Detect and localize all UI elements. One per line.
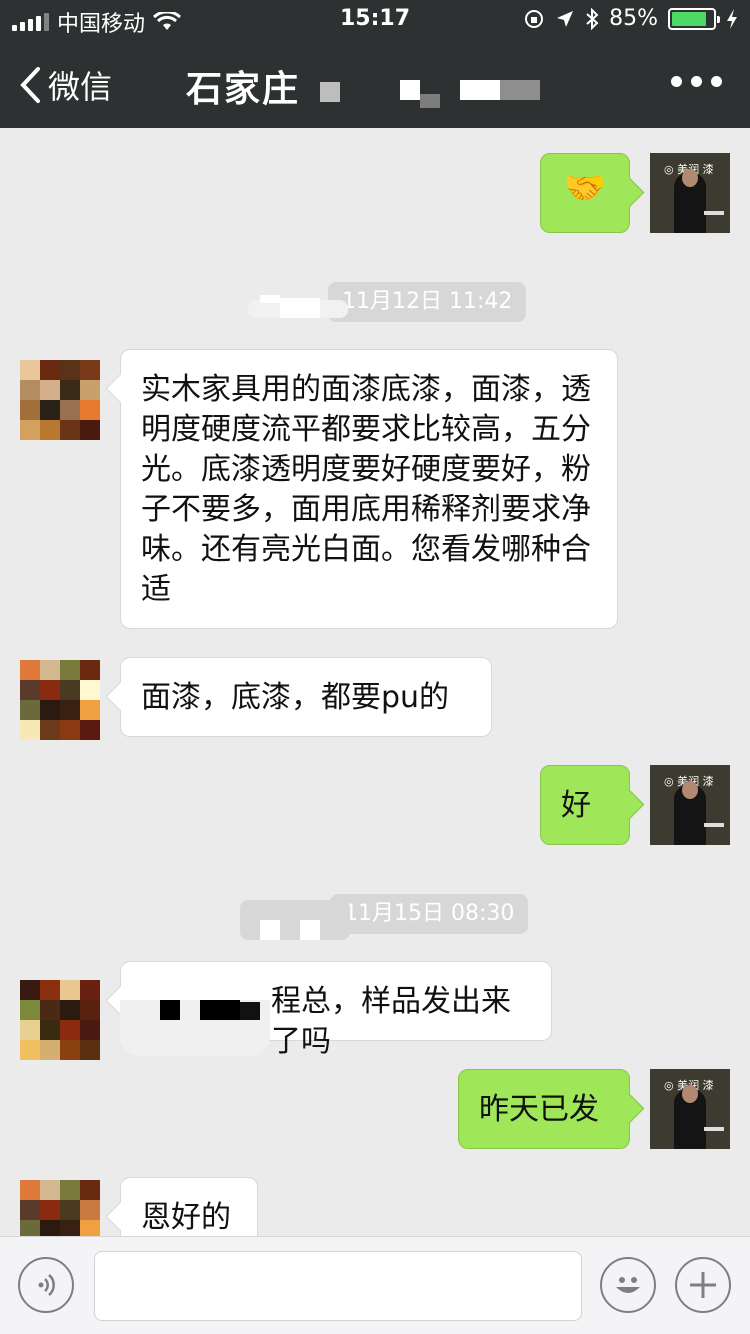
plus-icon <box>690 1272 716 1298</box>
plus-button[interactable] <box>675 1257 731 1313</box>
battery-icon <box>668 7 720 30</box>
rotation-lock-icon <box>525 9 544 28</box>
emoji-icon <box>616 1277 640 1293</box>
timestamp-chip: 11月12日 11:42 <box>328 282 527 322</box>
nav-bar: 微信 石家庄 <box>0 40 750 128</box>
avatar-other[interactable] <box>20 360 100 440</box>
avatar-other[interactable] <box>20 660 100 740</box>
avatar-self[interactable]: ◎ 美润 漆 <box>650 765 730 845</box>
message-bubble[interactable]: 好 <box>540 765 630 845</box>
emoji-button[interactable] <box>600 1257 656 1313</box>
status-bar: 中国移动 15:17 85% <box>0 0 750 40</box>
timestamp-chip: 11月15日 08:30 <box>330 894 529 934</box>
message-input[interactable] <box>94 1251 582 1321</box>
battery-percent: 85% <box>609 6 658 31</box>
location-icon <box>557 10 574 27</box>
message-bubble[interactable]: 昨天已发 <box>458 1069 630 1149</box>
back-button[interactable]: 微信 <box>18 62 112 108</box>
bluetooth-icon <box>586 7 599 30</box>
more-button[interactable] <box>671 76 722 87</box>
avatar-self[interactable]: ◎ 美润 漆 <box>650 1069 730 1149</box>
voice-icon <box>38 1274 55 1296</box>
message-bubble[interactable]: 面漆，底漆，都要pu的 <box>120 657 492 737</box>
back-label: 微信 <box>48 68 113 106</box>
avatar-other[interactable] <box>20 980 100 1060</box>
page-title: 石家庄 <box>186 69 301 110</box>
avatar-self[interactable]: ◎ 美润 漆 <box>650 153 730 233</box>
voice-button[interactable] <box>18 1257 74 1313</box>
charging-icon <box>727 8 737 29</box>
chat-header: 中国移动 15:17 85% 微信 石家庄 <box>0 0 750 128</box>
more-dots-icon <box>671 76 682 87</box>
message-bubble[interactable]: 实木家具用的面漆底漆，面漆，透明度硬度流平都要求比较高，五分光。底漆透明度要好硬… <box>120 349 618 629</box>
input-bar <box>0 1236 750 1334</box>
message-bubble[interactable]: 🤝 <box>540 153 630 233</box>
chevron-left-icon <box>20 67 40 103</box>
